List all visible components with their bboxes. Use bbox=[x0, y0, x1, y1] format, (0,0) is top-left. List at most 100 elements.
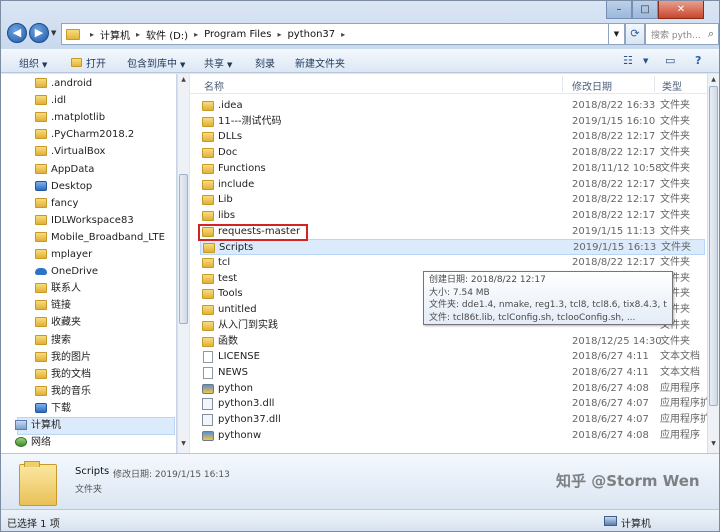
breadcrumb-program-files[interactable]: Program Files bbox=[204, 29, 271, 40]
table-row[interactable]: 函数 2018/12/25 14:30 文件夹 bbox=[200, 334, 705, 350]
file-type: 文件夹 bbox=[660, 257, 690, 268]
sidebar-item[interactable]: mplayer bbox=[35, 246, 92, 263]
sidebar-item-label: 链接 bbox=[51, 300, 71, 312]
view-options-icon[interactable]: ☷ bbox=[623, 54, 633, 67]
organize-button[interactable]: 组织 ▼ bbox=[19, 55, 47, 70]
scroll-down-icon[interactable]: ▼ bbox=[709, 440, 718, 450]
sidebar-item[interactable]: 联系人 bbox=[35, 280, 81, 297]
file-type: 应用程序 bbox=[660, 382, 700, 394]
scroll-up-icon[interactable]: ▲ bbox=[709, 76, 718, 86]
back-button[interactable]: ◀ bbox=[7, 23, 27, 43]
sidebar-item[interactable]: 下载 bbox=[35, 400, 71, 417]
sidebar-item[interactable]: .VirtualBox bbox=[35, 143, 106, 160]
sidebar-item[interactable]: .idl bbox=[35, 92, 66, 109]
sidebar-item-label: 网络 bbox=[31, 437, 51, 449]
burn-button[interactable]: 刻录 bbox=[255, 55, 275, 70]
table-row[interactable]: python3.dll 2018/6/27 4:07 应用程序扩 bbox=[200, 396, 707, 412]
column-name[interactable]: 名称 bbox=[204, 78, 224, 93]
sidebar-item[interactable]: AppData bbox=[35, 161, 94, 178]
file-name: test bbox=[218, 272, 238, 284]
table-row[interactable]: Doc 2018/8/22 12:17 文件夹 bbox=[200, 145, 705, 161]
nav-scroll-thumb[interactable] bbox=[179, 174, 188, 324]
address-bar[interactable]: ▸ 计算机 ▸ 软件 (D:) ▸ Program Files ▸ python… bbox=[61, 23, 609, 45]
tooltip-created: 创建日期: 2018/8/22 12:17 bbox=[429, 275, 546, 285]
chevron-right-icon[interactable]: ▸ bbox=[341, 30, 345, 39]
folder-icon bbox=[203, 243, 215, 254]
chevron-right-icon[interactable]: ▸ bbox=[136, 30, 140, 39]
sidebar-item[interactable]: 链接 bbox=[35, 297, 71, 314]
sidebar-item[interactable]: 收藏夹 bbox=[35, 314, 81, 331]
chevron-right-icon[interactable]: ▸ bbox=[277, 30, 281, 39]
table-row[interactable]: Lib 2018/8/22 12:17 文件夹 bbox=[200, 192, 705, 208]
download-icon bbox=[35, 402, 47, 413]
chevron-down-icon[interactable]: ▼ bbox=[643, 57, 648, 65]
breadcrumb-python37[interactable]: python37 bbox=[287, 29, 335, 40]
column-divider[interactable] bbox=[562, 76, 563, 92]
file-scroll-thumb[interactable] bbox=[709, 86, 718, 406]
column-date[interactable]: 修改日期 bbox=[572, 78, 612, 93]
new-folder-button[interactable]: 新建文件夹 bbox=[295, 55, 345, 70]
open-button[interactable]: 打开 bbox=[71, 55, 106, 70]
sidebar-item[interactable]: .matplotlib bbox=[35, 109, 105, 126]
table-row[interactable]: NEWS 2018/6/27 4:11 文本文档 bbox=[200, 365, 705, 381]
sidebar-item[interactable]: IDLWorkspace83 bbox=[35, 212, 134, 229]
scroll-down-icon[interactable]: ▼ bbox=[179, 440, 188, 450]
table-row[interactable]: Functions 2018/11/12 10:58 文件夹 bbox=[200, 161, 705, 177]
breadcrumb-computer[interactable]: 计算机 bbox=[100, 27, 130, 42]
sidebar-item[interactable]: Desktop bbox=[35, 178, 92, 195]
sidebar-item[interactable]: .PyCharm2018.2 bbox=[35, 126, 135, 143]
nav-scrollbar[interactable]: ▲ ▼ bbox=[177, 74, 189, 453]
sidebar-item[interactable]: 我的音乐 bbox=[35, 383, 91, 400]
folder-icon bbox=[35, 112, 47, 123]
sidebar-item[interactable]: Mobile_Broadband_LTE bbox=[35, 229, 165, 246]
sidebar-item[interactable]: 搜索 bbox=[35, 332, 71, 349]
close-button[interactable]: ✕ bbox=[658, 1, 704, 19]
folder-icon bbox=[35, 129, 47, 140]
minimize-button[interactable]: – bbox=[606, 1, 632, 19]
table-row[interactable]: LICENSE 2018/6/27 4:11 文本文档 bbox=[200, 349, 705, 365]
sidebar-item[interactable]: 我的文档 bbox=[35, 366, 91, 383]
address-dropdown[interactable]: ▼ bbox=[609, 23, 625, 45]
sidebar-item-label: .PyCharm2018.2 bbox=[51, 129, 135, 141]
table-row[interactable]: tcl 2018/8/22 12:17 文件夹 bbox=[200, 255, 705, 271]
sidebar-item[interactable]: .android bbox=[35, 75, 92, 92]
sidebar-item[interactable]: 我的图片 bbox=[35, 349, 91, 366]
sidebar-item[interactable]: 计算机 bbox=[15, 417, 61, 434]
table-row[interactable]: python 2018/6/27 4:08 应用程序 bbox=[200, 381, 705, 397]
maximize-button[interactable]: □ bbox=[632, 1, 658, 19]
table-row[interactable]: DLLs 2018/8/22 12:17 文件夹 bbox=[200, 129, 705, 145]
file-type: 文本文档 bbox=[660, 351, 700, 363]
column-type[interactable]: 类型 bbox=[662, 78, 682, 93]
forward-button[interactable]: ▶ bbox=[29, 23, 49, 43]
file-list-scrollbar[interactable]: ▲ ▼ bbox=[707, 74, 719, 453]
help-icon[interactable]: ? bbox=[695, 54, 701, 67]
table-row[interactable]: python37.dll 2018/6/27 4:07 应用程序扩 bbox=[200, 412, 707, 428]
breadcrumb-drive-d[interactable]: 软件 (D:) bbox=[146, 27, 188, 42]
table-row[interactable]: 11---测试代码 2019/1/15 16:10 文件夹 bbox=[200, 114, 705, 130]
column-divider[interactable] bbox=[654, 76, 655, 92]
chevron-right-icon[interactable]: ▸ bbox=[90, 30, 94, 39]
table-row[interactable]: libs 2018/8/22 12:17 文件夹 bbox=[200, 208, 705, 224]
table-row[interactable]: pythonw 2018/6/27 4:08 应用程序 bbox=[200, 428, 705, 444]
share-button[interactable]: 共享 ▼ bbox=[204, 55, 232, 70]
file-date: 2019/1/15 16:13 bbox=[573, 242, 657, 254]
computer-icon bbox=[604, 516, 617, 526]
sidebar-item[interactable]: fancy bbox=[35, 195, 78, 212]
table-row[interactable]: .idea 2018/8/22 16:33 文件夹 bbox=[200, 98, 705, 114]
recent-pages-dropdown[interactable]: ▼ bbox=[51, 29, 59, 39]
file-name: 11---测试代码 bbox=[218, 115, 282, 127]
sidebar-item[interactable]: 网络 bbox=[15, 434, 51, 451]
status-selected-count: 已选择 1 项 bbox=[7, 519, 60, 530]
table-row[interactable]: include 2018/8/22 12:17 文件夹 bbox=[200, 177, 705, 193]
folder-icon bbox=[35, 197, 47, 208]
sidebar-item-label: .VirtualBox bbox=[51, 146, 106, 158]
preview-pane-icon[interactable]: ▭ bbox=[665, 54, 675, 67]
refresh-button[interactable]: ⟳ bbox=[625, 23, 645, 45]
table-row[interactable]: Scripts 2019/1/15 16:13 文件夹 bbox=[200, 239, 705, 256]
chevron-right-icon[interactable]: ▸ bbox=[194, 30, 198, 39]
search-input[interactable]: 搜索 pyth... ⌕ bbox=[645, 23, 719, 45]
sidebar-item[interactable]: OneDrive bbox=[35, 263, 98, 280]
scroll-up-icon[interactable]: ▲ bbox=[179, 76, 188, 86]
folder-icon bbox=[35, 214, 47, 225]
include-in-library-button[interactable]: 包含到库中 ▼ bbox=[127, 55, 185, 70]
